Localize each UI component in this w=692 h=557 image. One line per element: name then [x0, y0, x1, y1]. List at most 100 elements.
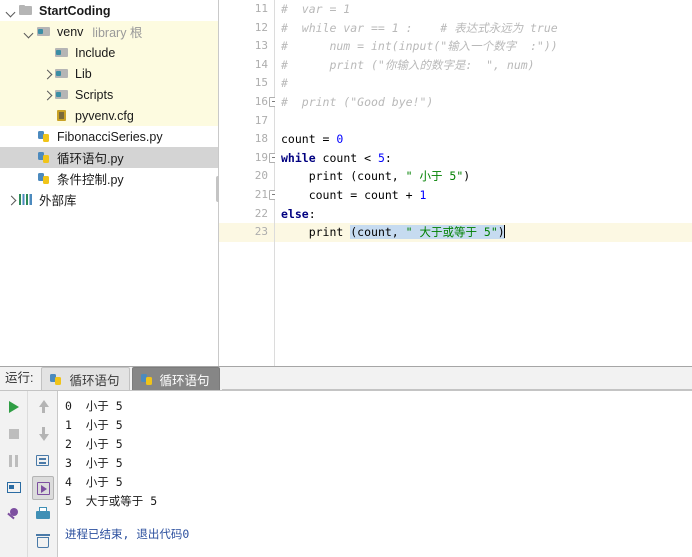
- line-number-11[interactable]: 11: [219, 0, 274, 19]
- code-line-11[interactable]: # var = 1: [275, 0, 692, 19]
- tree-item-label: Scripts: [75, 87, 114, 102]
- console-scrollbar[interactable]: [683, 391, 692, 557]
- code-token: " 大于或等于 5": [405, 225, 498, 240]
- code-token: count = count +: [281, 187, 420, 202]
- code-line-15[interactable]: #: [275, 74, 692, 93]
- line-number-19[interactable]: 19: [219, 149, 279, 168]
- scroll-up-button[interactable]: [32, 395, 54, 419]
- chevron-down-icon[interactable]: [4, 4, 18, 18]
- tree-item-0[interactable]: StartCoding: [0, 0, 218, 21]
- tree-item-3[interactable]: Lib: [0, 63, 218, 84]
- run-tabs[interactable]: 循环语句 循环语句: [41, 367, 221, 390]
- py-icon: [36, 171, 53, 186]
- chevron-right-icon[interactable]: [40, 88, 54, 102]
- console-line-5: 5 大于或等于 5: [65, 494, 158, 508]
- code-line-18[interactable]: count = 0: [275, 130, 692, 149]
- soft-wrap-button[interactable]: [32, 449, 54, 473]
- run-tab-label: 循环语句: [69, 373, 120, 388]
- run-button[interactable]: [3, 395, 25, 419]
- tree-no-arrow: [22, 172, 36, 186]
- line-number-21[interactable]: 21: [219, 186, 279, 205]
- chevron-right-icon[interactable]: [40, 67, 54, 81]
- run-toolbar-primary[interactable]: [0, 391, 28, 557]
- code-editor[interactable]: 11 12 13 14 15 16 17 18 19 20 21 22 23 # var = 1 # wh…: [219, 0, 692, 366]
- tree-item-label: 循环语句.py: [57, 152, 124, 166]
- pin-button[interactable]: [3, 503, 25, 527]
- chevron-right-icon[interactable]: [4, 193, 18, 207]
- console-line-3: 3 小于 5: [65, 456, 123, 470]
- tree-item-1[interactable]: venv library 根: [0, 21, 218, 42]
- line-number-16[interactable]: 16: [219, 93, 279, 112]
- line-number-22[interactable]: 22: [219, 205, 274, 224]
- scroll-down-button[interactable]: [32, 422, 54, 446]
- line-number-15[interactable]: 15: [219, 74, 274, 93]
- stop-button[interactable]: [3, 422, 25, 446]
- run-tab-0[interactable]: 循环语句: [41, 367, 130, 390]
- line-number-12[interactable]: 12: [219, 19, 274, 38]
- tree-item-label: pyvenv.cfg: [75, 108, 134, 123]
- line-number-gutter[interactable]: 11 12 13 14 15 16 17 18 19 20 21 22 23: [219, 0, 279, 366]
- code-text-area[interactable]: # var = 1 # while var == 1 : # 表达式永远为 tru…: [275, 0, 692, 366]
- folder-icon: [18, 3, 35, 18]
- scroll-to-end-button[interactable]: [31, 476, 54, 500]
- tree-item-8[interactable]: 条件控制.py: [0, 168, 218, 189]
- code-token: #: [281, 76, 288, 91]
- console-line-4: 4 小于 5: [65, 475, 123, 489]
- tree-item-4[interactable]: Scripts: [0, 84, 218, 105]
- folder-venv-icon: [54, 66, 71, 81]
- code-token: # num = int(input("输入一个数字 :")): [281, 39, 558, 54]
- code-token: else: [281, 206, 309, 221]
- code-token: 1: [419, 187, 427, 202]
- run-toolbar-secondary[interactable]: [28, 391, 58, 557]
- console-output[interactable]: 0 小于 5 1 小于 5 2 小于 5 3 小于 5 4 小于 5 5 大于或等于 5 进…: [58, 391, 692, 557]
- run-tab-label: 循环语句: [159, 373, 210, 388]
- code-token: (count,: [350, 225, 406, 240]
- line-number-17[interactable]: 17: [219, 112, 274, 131]
- code-token: # print ("Good bye!"): [281, 94, 434, 109]
- tree-item-sublabel: library 根: [92, 26, 143, 40]
- line-number-14[interactable]: 14: [219, 56, 274, 75]
- tree-item-2[interactable]: Include: [0, 42, 218, 63]
- tree-item-9[interactable]: 外部库: [0, 189, 218, 210]
- project-tree[interactable]: StartCoding venv library 根 Include Lib Script…: [0, 0, 219, 366]
- tree-item-label: FibonacciSeries.py: [57, 129, 163, 144]
- code-token: while: [281, 150, 316, 165]
- code-token: print: [281, 225, 351, 240]
- chevron-down-icon[interactable]: [22, 25, 36, 39]
- tree-no-arrow: [22, 130, 36, 144]
- code-line-19[interactable]: while count < 5:: [275, 149, 692, 168]
- code-token: count <: [315, 150, 378, 165]
- clear-all-button[interactable]: [32, 530, 54, 554]
- tree-no-arrow: [40, 109, 54, 123]
- tree-no-arrow: [22, 151, 36, 165]
- code-line-17[interactable]: [275, 112, 692, 131]
- tree-item-6[interactable]: FibonacciSeries.py: [0, 126, 218, 147]
- line-number-18[interactable]: 18: [219, 130, 274, 149]
- line-number-23[interactable]: 23: [219, 223, 274, 242]
- code-line-14[interactable]: # print ("你输入的数字是: ", num): [275, 56, 692, 75]
- code-token: :: [308, 206, 316, 221]
- code-line-16[interactable]: # print ("Good bye!"): [275, 93, 692, 112]
- py-icon: [36, 129, 53, 144]
- code-line-21[interactable]: count = count + 1: [275, 186, 692, 205]
- tree-item-label: StartCoding: [39, 3, 111, 18]
- tree-item-label: venv: [57, 24, 84, 39]
- run-tab-1[interactable]: 循环语句: [131, 367, 220, 390]
- cfg-icon: [54, 108, 71, 123]
- code-line-22[interactable]: else:: [275, 205, 692, 224]
- tree-item-5[interactable]: pyvenv.cfg: [0, 105, 218, 126]
- console-button[interactable]: [3, 476, 25, 500]
- print-button[interactable]: [32, 503, 54, 527]
- code-line-23[interactable]: print (count, " 大于或等于 5"): [275, 223, 692, 242]
- line-number-20[interactable]: 20: [219, 167, 274, 186]
- tree-item-7[interactable]: 循环语句.py: [0, 147, 218, 168]
- code-line-12[interactable]: # while var == 1 : # 表达式永远为 true: [275, 19, 692, 38]
- line-number-13[interactable]: 13: [219, 37, 274, 56]
- tree-item-label: Lib: [75, 66, 92, 81]
- tab-bar-filler: [221, 367, 692, 390]
- tree-no-arrow: [40, 46, 54, 60]
- pause-button[interactable]: [3, 449, 25, 473]
- code-line-13[interactable]: # num = int(input("输入一个数字 :")): [275, 37, 692, 56]
- folder-venv-icon: [36, 24, 53, 39]
- code-line-20[interactable]: print (count, " 小于 5"): [275, 167, 692, 186]
